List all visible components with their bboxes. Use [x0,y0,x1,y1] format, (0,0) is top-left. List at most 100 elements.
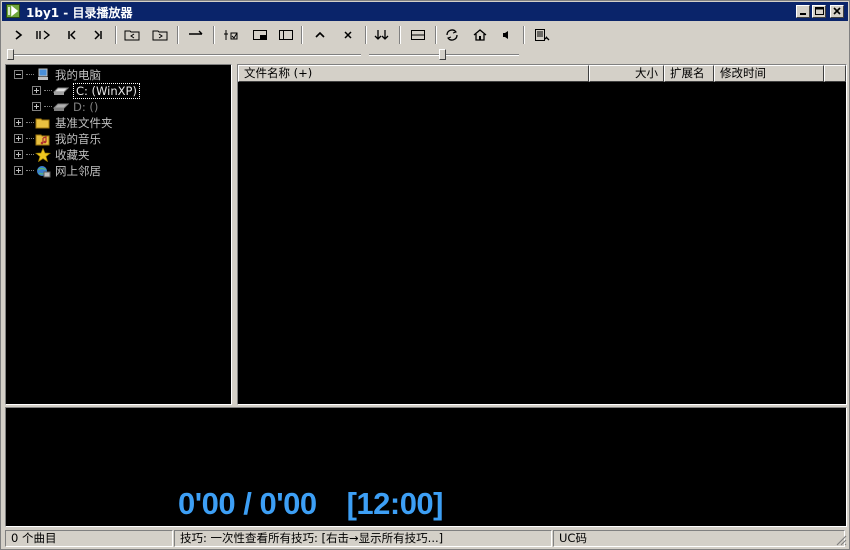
panel-toggle-icon [279,30,293,40]
tree-item-label: C: (WinXP) [73,82,140,99]
close-x-icon [344,31,352,39]
tree-item-drive-d[interactable]: D: () [32,99,98,114]
mini-mode-button[interactable] [249,25,271,45]
previous-button[interactable] [61,25,83,45]
folder-forward-icon [152,30,168,41]
time-display: 0'00 / 0'00 [12:00] [178,486,444,522]
clock-display: [12:00] [346,486,444,521]
minimize-button[interactable] [796,5,810,18]
next-icon [94,30,102,40]
tree-item-label: D: () [73,99,99,114]
tree-item-label: 基准文件夹 [55,115,113,130]
pause-button[interactable] [33,25,55,45]
arrow-right-icon [189,30,203,35]
music-folder-icon [35,132,51,146]
status-tip[interactable]: 技巧: 一次性查看所有技巧: [右击→显示所有技巧...] [174,530,552,547]
expand-toggle[interactable] [32,102,41,111]
panel-toggle-button[interactable] [275,25,297,45]
next-button[interactable] [87,25,109,45]
home-button[interactable] [469,25,491,45]
expand-toggle[interactable] [32,86,41,95]
equalizer-button[interactable] [221,25,243,45]
expand-toggle[interactable] [14,118,23,127]
expand-toggle[interactable] [14,166,23,175]
resize-grip-icon[interactable] [835,534,847,546]
chevron-up-icon [315,31,325,38]
sort-down-button[interactable] [371,25,393,45]
column-header-modified[interactable]: 修改时间 [714,65,824,82]
move-up-button[interactable] [309,25,331,45]
column-header-filler [824,65,846,82]
column-header-name[interactable]: 文件名称 (+) [238,65,589,82]
settings-button[interactable] [531,25,553,45]
column-header-size[interactable]: 大小 [589,65,664,82]
volume-slider-thumb[interactable] [439,49,446,60]
folder-icon [35,116,51,130]
arrow-right-button[interactable] [185,25,207,45]
toolbar-separator [399,26,401,44]
folder-tree[interactable]: 我的电脑 C: (WinXP) D: () 基准文件夹 我的音乐 收藏夹 网上邻… [5,64,232,405]
tree-item-label: 我的音乐 [55,131,101,146]
app-window: 1by1 - 目录播放器 我的电脑 C: (WinXP) D: () 基准文件夹… [0,0,850,550]
app-logo-icon [6,4,20,18]
tree-item-label: 网上邻居 [55,163,101,178]
drive-icon [53,84,69,98]
total-duration: 0'00 [259,486,317,521]
status-track-count: 0 个曲目 [5,530,173,547]
layout-icon [411,30,425,40]
status-bar: 0 个曲目 技巧: 一次性查看所有技巧: [右击→显示所有技巧...] UC码 [3,529,849,548]
title-bar[interactable]: 1by1 - 目录播放器 [2,2,848,21]
maximize-icon [815,7,824,15]
folder-back-button[interactable] [121,25,143,45]
expand-toggle[interactable] [14,150,23,159]
toolbar-separator [213,26,215,44]
tree-item-network[interactable]: 网上邻居 [14,163,101,178]
volume-icon [503,31,508,39]
maximize-button[interactable] [812,5,826,18]
toolbar [3,23,849,47]
computer-icon [35,68,51,82]
refresh-button[interactable] [441,25,463,45]
slider-row [1,47,850,63]
expand-toggle[interactable] [14,134,23,143]
close-icon [833,7,841,15]
toolbar-separator [365,26,367,44]
seek-slider-thumb[interactable] [7,49,14,60]
drive-icon [53,100,69,114]
tree-item-label: 收藏夹 [55,147,90,162]
toolbar-separator [115,26,117,44]
play-button[interactable] [7,25,29,45]
toolbar-separator [301,26,303,44]
tree-item-base-folder[interactable]: 基准文件夹 [14,115,113,130]
player-display[interactable]: 0'00 / 0'00 [12:00] [5,407,847,527]
file-list[interactable]: 文件名称 (+) 大小 扩展名 修改时间 [237,64,847,405]
seek-track[interactable] [7,54,361,56]
refresh-icon [446,29,458,41]
toolbar-separator [523,26,525,44]
volume-button[interactable] [497,25,519,45]
pause-icon [36,30,51,40]
previous-icon [68,30,76,40]
settings-icon [535,29,550,41]
minimize-icon [800,13,806,15]
tree-item-label: 我的电脑 [55,67,101,82]
folder-forward-button[interactable] [149,25,171,45]
tree-item-favorites[interactable]: 收藏夹 [14,147,90,162]
collapse-toggle[interactable] [14,70,23,79]
remove-button[interactable] [337,25,359,45]
tree-item-my-computer[interactable]: 我的电脑 [14,67,101,82]
toolbar-separator [435,26,437,44]
tree-item-drive-c[interactable]: C: (WinXP) [32,82,140,99]
network-icon [35,164,51,178]
mini-mode-icon [253,30,267,40]
equalizer-icon [224,30,238,40]
layout-button[interactable] [407,25,429,45]
status-encoding[interactable]: UC码 [553,530,845,547]
star-icon [35,147,51,162]
close-button[interactable] [830,5,844,18]
tree-item-my-music[interactable]: 我的音乐 [14,131,101,146]
current-position: 0'00 [178,486,236,521]
column-header-extension[interactable]: 扩展名 [664,65,714,82]
sort-down-icon [374,30,389,40]
toolbar-separator [177,26,179,44]
